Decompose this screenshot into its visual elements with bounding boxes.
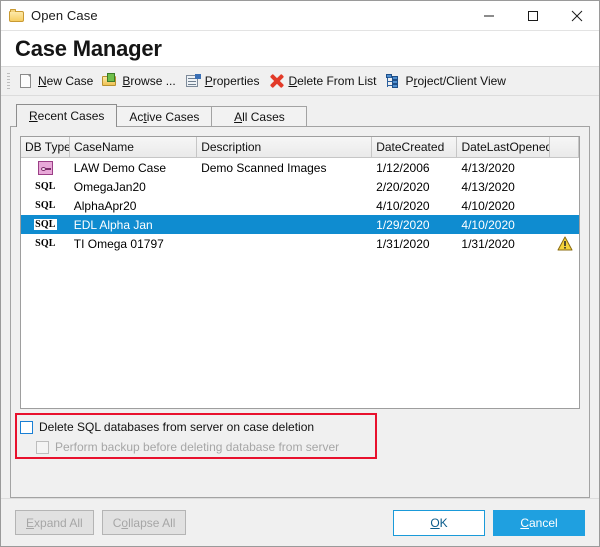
cell-date-last-opened: 1/31/2020 bbox=[461, 236, 515, 251]
browse-folder-icon bbox=[102, 73, 118, 89]
cell-date-created: 1/31/2020 bbox=[376, 236, 430, 251]
maximize-icon[interactable] bbox=[511, 1, 555, 30]
cell-db-type: SQL bbox=[21, 181, 70, 192]
header-band: Case Manager bbox=[1, 30, 599, 66]
cell-date-created: 4/10/2020 bbox=[376, 198, 430, 213]
tab-strip: Recent Cases Active Cases All Cases bbox=[10, 104, 590, 127]
cell-date-last-opened: 4/10/2020 bbox=[461, 217, 515, 232]
properties-icon bbox=[185, 73, 201, 89]
options-section: Delete SQL databases from server on case… bbox=[15, 413, 580, 461]
toolbar-grip[interactable] bbox=[7, 73, 10, 89]
warning-icon bbox=[557, 236, 573, 251]
perform-backup-label: Perform backup before deleting database … bbox=[55, 440, 340, 454]
sql-text-icon: SQL bbox=[35, 200, 56, 211]
title-bar: Open Case bbox=[1, 1, 599, 30]
sql-text-icon: SQL bbox=[35, 181, 56, 192]
perform-backup-checkbox bbox=[36, 440, 49, 454]
column-header-case-name[interactable]: CaseName bbox=[69, 137, 198, 157]
cell-case-name: TI Omega 01797 bbox=[73, 236, 164, 251]
cell-case-name: AlphaApr20 bbox=[73, 198, 137, 213]
cell-date-created: 1/29/2020 bbox=[376, 217, 430, 232]
delete-sql-databases-checkbox[interactable] bbox=[20, 420, 33, 434]
column-header-description[interactable]: Description bbox=[197, 137, 373, 157]
cell-date-last-opened: 4/13/2020 bbox=[461, 160, 515, 175]
perform-backup-row: Perform backup before deleting database … bbox=[20, 437, 580, 457]
toolbar: New Case Browse ... Properties Delete Fr… bbox=[1, 66, 599, 96]
cell-description: Demo Scanned Images bbox=[201, 160, 327, 175]
cell-db-type: SQL bbox=[21, 238, 70, 249]
grid-header-row: DB Type CaseName Description DateCreated… bbox=[21, 137, 579, 158]
delete-x-icon bbox=[268, 73, 284, 89]
law-key-icon bbox=[37, 160, 53, 175]
close-icon[interactable] bbox=[555, 1, 599, 30]
expand-all-button: Expand All bbox=[15, 510, 94, 535]
cell-date-last-opened: 4/10/2020 bbox=[461, 198, 515, 213]
dialog-footer: Expand All Collapse All OK Cancel bbox=[1, 498, 599, 546]
delete-from-list-button[interactable]: Delete From List bbox=[266, 70, 381, 92]
open-case-dialog: Open Case Case Manager New Case Browse .… bbox=[0, 0, 600, 547]
project-client-view-button[interactable]: Project/Client View bbox=[383, 70, 511, 92]
new-page-icon bbox=[18, 73, 34, 89]
table-row[interactable]: LAW Demo Case Demo Scanned Images 1/12/2… bbox=[21, 158, 579, 177]
delete-sql-databases-row[interactable]: Delete SQL databases from server on case… bbox=[20, 417, 580, 437]
column-header-date-created[interactable]: DateCreated bbox=[372, 137, 458, 157]
grid-body: LAW Demo Case Demo Scanned Images 1/12/2… bbox=[21, 158, 579, 408]
cell-date-created: 1/12/2006 bbox=[376, 160, 430, 175]
page-title: Case Manager bbox=[15, 35, 162, 61]
cancel-button[interactable]: Cancel bbox=[493, 509, 585, 536]
cell-db-type: SQL bbox=[21, 219, 70, 230]
window-controls bbox=[467, 1, 599, 30]
sql-text-icon: SQL bbox=[35, 238, 56, 249]
tab-all-cases[interactable]: All Cases bbox=[211, 106, 308, 127]
tab-panel-recent-cases: DB Type CaseName Description DateCreated… bbox=[10, 126, 590, 498]
cell-db-type bbox=[21, 160, 70, 175]
table-row[interactable]: SQL TI Omega 01797 1/31/2020 1/31/2020 bbox=[21, 234, 579, 253]
browse-button[interactable]: Browse ... bbox=[100, 70, 180, 92]
cell-date-created: 2/20/2020 bbox=[376, 179, 430, 194]
tab-recent-cases[interactable]: Recent Cases bbox=[16, 104, 118, 127]
table-row[interactable]: SQL AlphaApr20 4/10/2020 4/10/2020 bbox=[21, 196, 579, 215]
column-header-db-type[interactable]: DB Type bbox=[21, 137, 70, 157]
case-list-grid[interactable]: DB Type CaseName Description DateCreated… bbox=[20, 136, 580, 409]
properties-button[interactable]: Properties bbox=[183, 70, 265, 92]
dialog-content: Recent Cases Active Cases All Cases DB T… bbox=[1, 96, 599, 498]
minimize-icon[interactable] bbox=[467, 1, 511, 30]
cell-case-name: OmegaJan20 bbox=[73, 179, 146, 194]
table-row[interactable]: SQL EDL Alpha Jan 1/29/2020 4/10/2020 bbox=[21, 215, 579, 234]
collapse-all-button: Collapse All bbox=[101, 510, 187, 535]
folder-icon bbox=[9, 8, 25, 23]
sql-text-icon: SQL bbox=[34, 219, 57, 230]
column-header-date-last-opened[interactable]: DateLastOpened bbox=[457, 137, 551, 157]
cell-db-type: SQL bbox=[21, 200, 70, 211]
cell-case-name: EDL Alpha Jan bbox=[73, 217, 153, 232]
new-case-button[interactable]: New Case bbox=[16, 70, 98, 92]
window-title: Open Case bbox=[31, 8, 98, 23]
ok-button[interactable]: OK bbox=[393, 509, 485, 536]
tree-view-icon bbox=[385, 73, 401, 89]
delete-sql-databases-label: Delete SQL databases from server on case… bbox=[39, 420, 315, 434]
column-header-status[interactable] bbox=[550, 137, 579, 157]
tab-active-cases[interactable]: Active Cases bbox=[116, 106, 213, 127]
cell-date-last-opened: 4/13/2020 bbox=[461, 179, 515, 194]
cell-case-name: LAW Demo Case bbox=[73, 160, 166, 175]
cell-status bbox=[550, 236, 579, 251]
table-row[interactable]: SQL OmegaJan20 2/20/2020 4/13/2020 bbox=[21, 177, 579, 196]
